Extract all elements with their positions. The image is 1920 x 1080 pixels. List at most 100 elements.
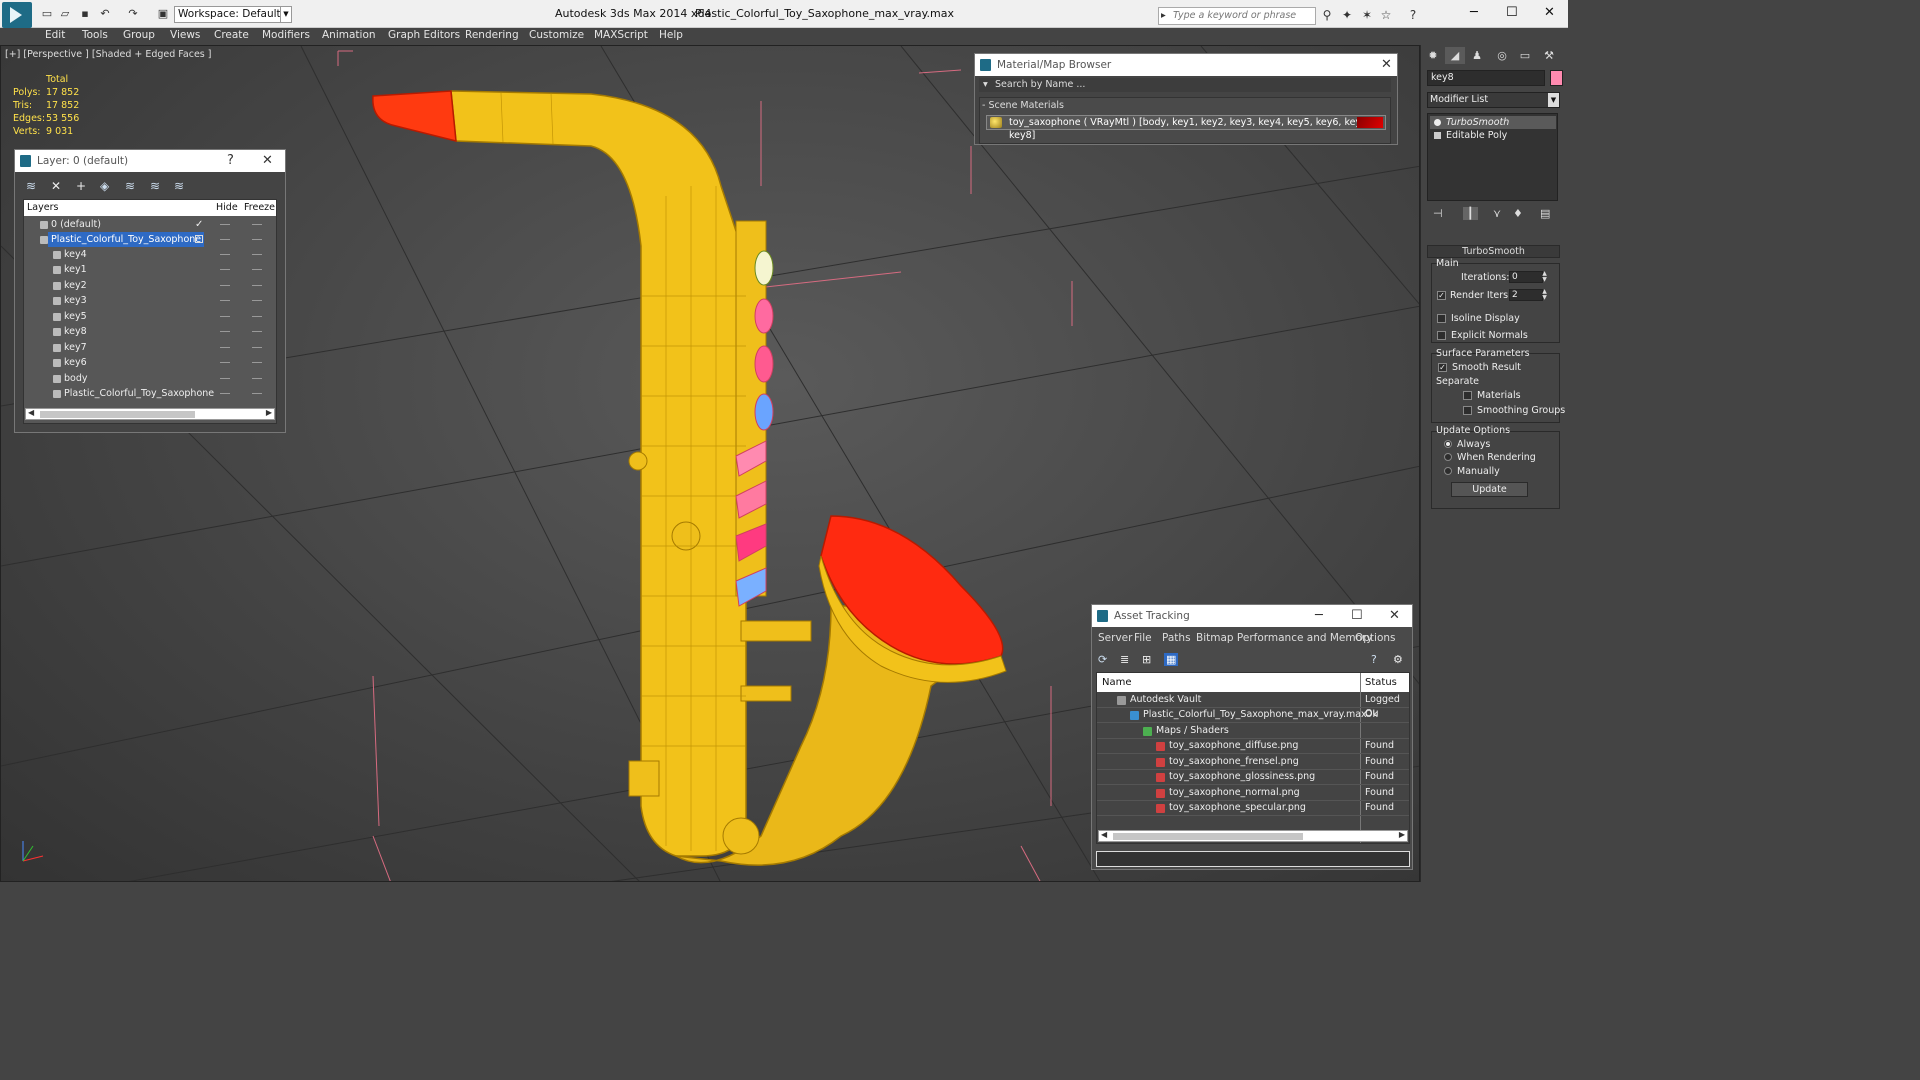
maximize-icon[interactable]: ☐	[1351, 605, 1363, 627]
asset-table-scrollbar[interactable]: ◀ ▶	[1098, 830, 1408, 842]
update-manually-radio[interactable]	[1444, 467, 1452, 475]
col-freeze[interactable]: Freeze	[244, 200, 275, 216]
scroll-right-icon[interactable]: ▶	[1399, 830, 1405, 839]
utilities-tab-icon[interactable]: ⚒	[1539, 47, 1559, 64]
modify-tab-icon[interactable]: ◢	[1445, 47, 1465, 64]
material-search-input[interactable]: Search by Name ...	[979, 78, 1391, 92]
layer-manager-window[interactable]: Layer: 0 (default) ? ✕ ≋ ✕ + ◈ ≋ ≋ ≋ Lay…	[14, 149, 286, 433]
select-objects-icon[interactable]: ◈	[100, 179, 109, 193]
hide-toggle[interactable]	[220, 393, 230, 394]
freeze-all-icon[interactable]: ≋	[174, 179, 184, 193]
asset-path-field[interactable]	[1096, 851, 1410, 867]
freeze-toggle[interactable]	[252, 316, 262, 317]
freeze-toggle[interactable]	[252, 331, 262, 332]
object-color-swatch[interactable]	[1550, 70, 1563, 86]
menu-animation[interactable]: Animation	[322, 29, 376, 41]
spinner-arrows-icon[interactable]: ▲ ▼	[1541, 271, 1548, 283]
col-status[interactable]: Status	[1365, 673, 1397, 692]
freeze-toggle[interactable]	[252, 393, 262, 394]
hide-toggle[interactable]	[220, 316, 230, 317]
layer-row[interactable]: key7	[24, 340, 276, 355]
project-folder-icon[interactable]: ▣	[156, 7, 170, 21]
asset-tracking-title[interactable]: Asset Tracking ─ ☐ ✕	[1092, 605, 1412, 627]
settings-icon[interactable]: ⚙	[1393, 653, 1403, 666]
freeze-toggle[interactable]	[252, 285, 262, 286]
menu-group[interactable]: Group	[123, 29, 155, 41]
hide-toggle[interactable]	[220, 254, 230, 255]
display-tab-icon[interactable]: ▭	[1515, 47, 1535, 64]
current-layer-check-icon[interactable]: ✓	[195, 217, 203, 232]
hide-toggle[interactable]	[220, 347, 230, 348]
refresh-icon[interactable]: ⟳	[1098, 653, 1107, 666]
menu-create[interactable]: Create	[214, 29, 249, 41]
modifier-stack[interactable]: TurboSmooth Editable Poly	[1427, 113, 1558, 201]
save-file-icon[interactable]: ▪	[78, 7, 92, 21]
redo-icon[interactable]: ↷	[126, 7, 140, 21]
hide-toggle[interactable]	[220, 362, 230, 363]
render-iters-checkbox[interactable]: ✓	[1437, 291, 1446, 300]
menu-graph-editors[interactable]: Graph Editors	[388, 29, 460, 41]
app-logo-icon[interactable]	[2, 2, 32, 28]
new-file-icon[interactable]: ▭	[40, 7, 54, 21]
menu-maxscript[interactable]: MAXScript	[594, 29, 648, 41]
workspace-dropdown[interactable]: Workspace: Default ▼	[174, 6, 292, 23]
separate-materials-checkbox[interactable]	[1463, 391, 1472, 400]
hide-toggle[interactable]	[220, 239, 230, 240]
layer-row[interactable]: key6	[24, 355, 276, 370]
hide-toggle[interactable]	[220, 378, 230, 379]
search-input[interactable]: Type a keyword or phrase	[1158, 7, 1316, 25]
table-row[interactable]: Maps / Shaders	[1097, 724, 1409, 739]
material-item[interactable]: toy_saxophone ( VRayMtl ) [body, key1, k…	[986, 115, 1386, 141]
layer-row[interactable]: 0 (default) ✓	[24, 217, 276, 232]
motion-tab-icon[interactable]: ◎	[1492, 47, 1512, 64]
layer-row[interactable]: Plastic_Colorful_Toy_Saxophone	[24, 232, 276, 247]
close-icon[interactable]: ✕	[1381, 54, 1392, 76]
menu-edit[interactable]: Edit	[45, 29, 65, 41]
iterations-spinner[interactable]: 0	[1509, 271, 1543, 283]
layer-list[interactable]: Layers Hide Freeze 0 (default) ✓ Plastic…	[23, 199, 277, 424]
table-view-icon[interactable]: ▦	[1164, 653, 1179, 666]
binoculars-icon[interactable]: ⚲	[1320, 8, 1334, 22]
menu-views[interactable]: Views	[170, 29, 200, 41]
material-map-browser-window[interactable]: Material/Map Browser ✕ Search by Name ..…	[974, 53, 1398, 145]
viewport-label[interactable]: [+] [Perspective ] [Shaded + Edged Faces…	[5, 49, 211, 60]
scroll-right-icon[interactable]: ▶	[266, 408, 272, 417]
at-menu-options[interactable]: Options	[1355, 632, 1396, 644]
asset-tracking-window[interactable]: Asset Tracking ─ ☐ ✕ Server File Paths B…	[1091, 604, 1413, 870]
table-row[interactable]: toy_saxophone_diffuse.png Found	[1097, 739, 1409, 754]
material-browser-title[interactable]: Material/Map Browser ✕	[975, 54, 1397, 76]
freeze-toggle[interactable]	[252, 254, 262, 255]
highlight-layer-icon[interactable]: ≋	[125, 179, 135, 193]
freeze-toggle[interactable]	[252, 224, 262, 225]
saxophone-model[interactable]	[372, 90, 1007, 866]
at-menu-file[interactable]: File	[1134, 632, 1152, 644]
layer-row[interactable]: key2	[24, 278, 276, 293]
close-icon[interactable]: ✕	[1389, 605, 1400, 627]
layer-row[interactable]: Plastic_Colorful_Toy_Saxophone	[24, 386, 276, 401]
layer-row[interactable]: key3	[24, 293, 276, 308]
bulb-icon[interactable]	[1434, 119, 1441, 126]
at-menu-paths[interactable]: Paths	[1162, 632, 1191, 644]
configure-sets-icon[interactable]: ▤	[1540, 207, 1550, 220]
spinner-arrows-icon[interactable]: ▲ ▼	[1541, 289, 1548, 301]
table-row[interactable]: Plastic_Colorful_Toy_Saxophone_max_vray.…	[1097, 708, 1409, 723]
hierarchy-tab-icon[interactable]: ♟	[1467, 47, 1487, 64]
layer-list-scrollbar[interactable]: ◀ ▶	[25, 408, 275, 420]
freeze-toggle[interactable]	[252, 300, 262, 301]
menu-modifiers[interactable]: Modifiers	[262, 29, 310, 41]
create-tab-icon[interactable]: ✹	[1423, 47, 1443, 64]
smooth-result-checkbox[interactable]: ✓	[1438, 363, 1447, 372]
scrollbar-thumb[interactable]	[40, 411, 195, 418]
layer-row[interactable]: key1	[24, 262, 276, 277]
pin-stack-icon[interactable]: ⊣	[1433, 207, 1443, 220]
remove-modifier-icon[interactable]: ♦	[1513, 207, 1523, 220]
table-row[interactable]: Autodesk Vault Logged Ou	[1097, 693, 1409, 719]
material-list[interactable]: - Scene Materials toy_saxophone ( VRayMt…	[979, 97, 1391, 144]
maximize-icon[interactable]: ☐	[1506, 5, 1518, 20]
create-layer-icon[interactable]: ≋	[26, 179, 36, 193]
freeze-toggle[interactable]	[252, 239, 262, 240]
scroll-left-icon[interactable]: ◀	[1101, 830, 1107, 839]
undo-icon[interactable]: ↶	[98, 7, 112, 21]
hide-toggle[interactable]	[220, 269, 230, 270]
object-name-field[interactable]: key8	[1427, 70, 1545, 86]
